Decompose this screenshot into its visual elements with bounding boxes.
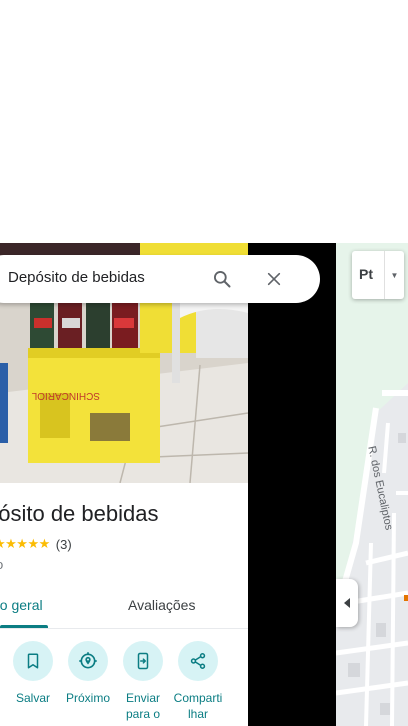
tab-reviews[interactable]: Avaliações — [128, 597, 195, 613]
share-icon — [190, 653, 206, 669]
close-icon — [267, 272, 281, 286]
blank-area — [0, 0, 408, 243]
share-button[interactable]: Comparti lhar — [170, 641, 226, 722]
layer-button-label: Pt — [359, 266, 373, 282]
place-category: o — [0, 557, 3, 572]
map-canvas[interactable] — [336, 243, 408, 726]
send-label-line2: para o — [125, 707, 161, 721]
nearby-icon — [79, 652, 97, 669]
close-search-button[interactable] — [260, 267, 288, 291]
panel-gap — [248, 243, 336, 726]
bookmark-icon — [27, 653, 39, 669]
caret-down-icon[interactable]: ▼ — [384, 251, 404, 299]
nearby-button[interactable]: Próximo — [60, 641, 116, 706]
chevron-left-icon — [344, 598, 350, 608]
save-circle — [13, 641, 53, 681]
svg-text:SCHINCARIOL: SCHINCARIOL — [31, 390, 100, 401]
nearby-circle — [68, 641, 108, 681]
rating-row[interactable]: ★★★★★ (3) — [0, 536, 72, 552]
send-to-phone-icon — [137, 652, 149, 670]
save-button[interactable]: Salvar — [5, 641, 61, 706]
search-input[interactable]: Depósito de bebidas — [8, 269, 145, 286]
maps-viewport: SCHINCARIOL pósito de bebidas ★★★★★ (3) … — [0, 0, 408, 726]
send-circle — [123, 641, 163, 681]
search-icon — [214, 271, 231, 288]
nearby-label: Próximo — [65, 691, 110, 705]
place-panel: SCHINCARIOL pósito de bebidas ★★★★★ (3) … — [0, 243, 248, 726]
map-streets — [336, 243, 408, 726]
send-to-phone-button[interactable]: Enviar para o — [115, 641, 171, 722]
send-label: Enviar para o — [115, 690, 171, 722]
place-tabs: ão geral Avaliações — [0, 583, 248, 629]
tab-overview[interactable]: ão geral — [0, 597, 43, 613]
place-title: pósito de bebidas — [0, 501, 159, 526]
share-circle — [178, 641, 218, 681]
collapse-panel-button[interactable] — [336, 579, 358, 627]
send-label-line1: Enviar — [125, 691, 160, 705]
share-label-line2: lhar — [187, 707, 208, 721]
active-tab-indicator — [0, 625, 48, 628]
share-label: Comparti lhar — [170, 690, 226, 722]
rating-stars: ★★★★★ — [0, 536, 50, 551]
search-button[interactable] — [208, 267, 236, 291]
review-count[interactable]: (3) — [56, 537, 72, 552]
search-box[interactable]: Depósito de bebidas — [0, 255, 320, 303]
map-layer-button[interactable]: Pt ▼ — [352, 251, 404, 299]
action-bar: Salvar Próximo Enviar para o Comparti lh… — [0, 641, 248, 726]
save-label: Salvar — [15, 691, 50, 705]
share-label-line1: Comparti — [173, 691, 223, 705]
